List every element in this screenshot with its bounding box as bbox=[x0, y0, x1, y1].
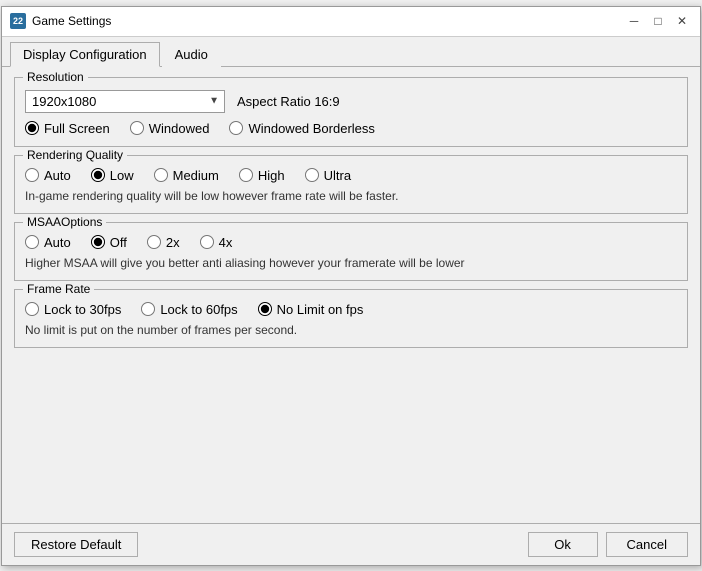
resolution-section-title: Resolution bbox=[23, 70, 88, 84]
minimize-button[interactable]: ─ bbox=[624, 11, 644, 31]
main-window: 22 Game Settings ─ □ ✕ Display Configura… bbox=[1, 6, 701, 566]
rendering-quality-section: Rendering Quality Auto Low Medium bbox=[14, 155, 688, 214]
msaa-options-row: Auto Off 2x 4x bbox=[25, 235, 677, 250]
rendering-ultra-label: Ultra bbox=[324, 168, 351, 183]
framerate-lock60-radio[interactable] bbox=[141, 302, 155, 316]
framerate-nolimit-label: No Limit on fps bbox=[277, 302, 364, 317]
fullscreen-radio[interactable] bbox=[25, 121, 39, 135]
rendering-medium-label: Medium bbox=[173, 168, 219, 183]
cancel-button[interactable]: Cancel bbox=[606, 532, 688, 557]
framerate-lock60-option[interactable]: Lock to 60fps bbox=[141, 302, 237, 317]
windowed-borderless-label: Windowed Borderless bbox=[248, 121, 374, 136]
framerate-inner: Lock to 30fps Lock to 60fps No Limit on … bbox=[25, 302, 677, 337]
rendering-medium-radio[interactable] bbox=[154, 168, 168, 182]
title-bar: 22 Game Settings ─ □ ✕ bbox=[2, 7, 700, 37]
windowed-borderless-option[interactable]: Windowed Borderless bbox=[229, 121, 374, 136]
rendering-medium-option[interactable]: Medium bbox=[154, 168, 219, 183]
window-controls: ─ □ ✕ bbox=[624, 11, 692, 31]
rendering-ultra-radio[interactable] bbox=[305, 168, 319, 182]
msaa-2x-radio[interactable] bbox=[147, 235, 161, 249]
resolution-section-inner: 1920x1080 1280x720 1600x900 2560x1440 As… bbox=[25, 90, 677, 136]
msaa-2x-label: 2x bbox=[166, 235, 180, 250]
msaa-off-label: Off bbox=[110, 235, 127, 250]
rendering-quality-title: Rendering Quality bbox=[23, 148, 127, 162]
title-bar-left: 22 Game Settings bbox=[10, 13, 111, 29]
rendering-inner: Auto Low Medium High bbox=[25, 168, 677, 203]
framerate-nolimit-radio[interactable] bbox=[258, 302, 272, 316]
msaa-4x-label: 4x bbox=[219, 235, 233, 250]
display-mode-row: Full Screen Windowed Windowed Borderless bbox=[25, 121, 677, 136]
close-button[interactable]: ✕ bbox=[672, 11, 692, 31]
msaa-section-title: MSAAOptions bbox=[23, 215, 106, 229]
msaa-4x-radio[interactable] bbox=[200, 235, 214, 249]
rendering-description: In-game rendering quality will be low ho… bbox=[25, 189, 677, 203]
resolution-select[interactable]: 1920x1080 1280x720 1600x900 2560x1440 bbox=[25, 90, 225, 113]
msaa-off-option[interactable]: Off bbox=[91, 235, 127, 250]
tab-display-configuration[interactable]: Display Configuration bbox=[10, 42, 160, 67]
windowed-option[interactable]: Windowed bbox=[130, 121, 210, 136]
framerate-options-row: Lock to 30fps Lock to 60fps No Limit on … bbox=[25, 302, 677, 317]
framerate-nolimit-option[interactable]: No Limit on fps bbox=[258, 302, 364, 317]
maximize-button[interactable]: □ bbox=[648, 11, 668, 31]
rendering-ultra-option[interactable]: Ultra bbox=[305, 168, 351, 183]
rendering-options-row: Auto Low Medium High bbox=[25, 168, 677, 183]
msaa-off-radio[interactable] bbox=[91, 235, 105, 249]
restore-default-button[interactable]: Restore Default bbox=[14, 532, 138, 557]
rendering-high-label: High bbox=[258, 168, 285, 183]
aspect-ratio-label: Aspect Ratio 16:9 bbox=[237, 94, 340, 109]
framerate-lock60-label: Lock to 60fps bbox=[160, 302, 237, 317]
windowed-radio[interactable] bbox=[130, 121, 144, 135]
windowed-label: Windowed bbox=[149, 121, 210, 136]
windowed-borderless-radio[interactable] bbox=[229, 121, 243, 135]
tab-audio[interactable]: Audio bbox=[162, 42, 221, 67]
msaa-inner: Auto Off 2x 4x Higher MSAA will bbox=[25, 235, 677, 270]
framerate-section: Frame Rate Lock to 30fps Lock to 60fps N… bbox=[14, 289, 688, 348]
rendering-high-radio[interactable] bbox=[239, 168, 253, 182]
framerate-description: No limit is put on the number of frames … bbox=[25, 323, 677, 337]
framerate-lock30-option[interactable]: Lock to 30fps bbox=[25, 302, 121, 317]
fullscreen-label: Full Screen bbox=[44, 121, 110, 136]
app-icon: 22 bbox=[10, 13, 26, 29]
framerate-section-title: Frame Rate bbox=[23, 282, 94, 296]
footer-action-buttons: Ok Cancel bbox=[528, 532, 688, 557]
tab-content: Resolution 1920x1080 1280x720 1600x900 2… bbox=[2, 67, 700, 523]
msaa-2x-option[interactable]: 2x bbox=[147, 235, 180, 250]
msaa-auto-radio[interactable] bbox=[25, 235, 39, 249]
rendering-high-option[interactable]: High bbox=[239, 168, 285, 183]
msaa-description: Higher MSAA will give you better anti al… bbox=[25, 256, 677, 270]
tabs-bar: Display Configuration Audio bbox=[2, 37, 700, 67]
msaa-auto-option[interactable]: Auto bbox=[25, 235, 71, 250]
msaa-auto-label: Auto bbox=[44, 235, 71, 250]
msaa-4x-option[interactable]: 4x bbox=[200, 235, 233, 250]
rendering-low-radio[interactable] bbox=[91, 168, 105, 182]
framerate-lock30-radio[interactable] bbox=[25, 302, 39, 316]
fullscreen-option[interactable]: Full Screen bbox=[25, 121, 110, 136]
rendering-auto-option[interactable]: Auto bbox=[25, 168, 71, 183]
resolution-select-wrapper: 1920x1080 1280x720 1600x900 2560x1440 bbox=[25, 90, 225, 113]
ok-button[interactable]: Ok bbox=[528, 532, 598, 557]
window-title: Game Settings bbox=[32, 14, 111, 28]
msaa-section: MSAAOptions Auto Off 2x bbox=[14, 222, 688, 281]
rendering-low-option[interactable]: Low bbox=[91, 168, 134, 183]
rendering-auto-label: Auto bbox=[44, 168, 71, 183]
rendering-low-label: Low bbox=[110, 168, 134, 183]
resolution-section: Resolution 1920x1080 1280x720 1600x900 2… bbox=[14, 77, 688, 147]
footer: Restore Default Ok Cancel bbox=[2, 523, 700, 565]
framerate-lock30-label: Lock to 30fps bbox=[44, 302, 121, 317]
rendering-auto-radio[interactable] bbox=[25, 168, 39, 182]
resolution-row: 1920x1080 1280x720 1600x900 2560x1440 As… bbox=[25, 90, 677, 113]
